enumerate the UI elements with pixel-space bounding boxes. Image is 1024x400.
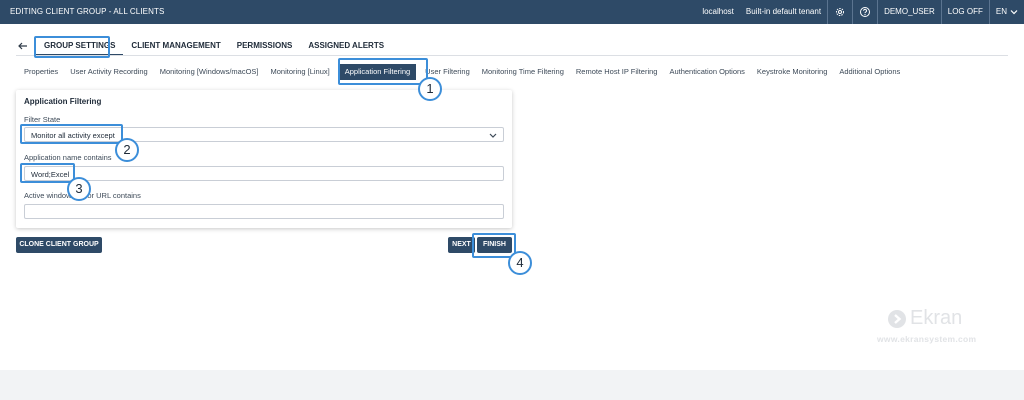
tab-assigned-alerts[interactable]: ASSIGNED ALERTS [300,38,392,54]
brand-logo: Ekran [888,307,962,330]
page: EDITING CLIENT GROUP - ALL CLIENTS local… [0,0,1024,370]
tabs-divider [16,55,1008,56]
window-title: EDITING CLIENT GROUP - ALL CLIENTS [10,7,165,16]
chevron-down-icon [1010,10,1018,15]
callout-box-filter-state [20,124,123,144]
language-select[interactable]: EN [988,0,1024,24]
subtab-monitoring-linux[interactable]: Monitoring [Linux] [265,64,336,80]
subtab-keystroke-monitoring[interactable]: Keystroke Monitoring [751,64,833,80]
panel-title: Application Filtering [24,97,102,106]
callout-badge-4: 4 [508,251,532,275]
back-arrow-icon[interactable] [17,40,29,52]
subtab-user-activity-recording[interactable]: User Activity Recording [64,64,154,80]
help-icon [860,7,871,17]
settings-button[interactable] [827,0,852,24]
application-name-label: Application name contains [24,153,112,162]
callout-box-application-name [20,163,75,183]
callout-box-group-settings [34,36,110,58]
user-menu[interactable]: DEMO_USER [877,0,941,24]
next-button[interactable]: NEXT [448,237,475,253]
tenant-name[interactable]: Built-in default tenant [740,0,827,24]
sub-tabs: Properties User Activity Recording Monit… [18,64,906,80]
brand-name: Ekran [910,307,963,329]
callout-badge-3: 3 [67,177,91,201]
gear-icon [836,8,845,16]
callout-badge-2: 2 [115,138,139,162]
application-filtering-panel: Application Filtering Filter State Monit… [16,90,512,228]
callout-box-finish [472,233,516,258]
subtab-additional-options[interactable]: Additional Options [833,64,906,80]
subtab-monitoring-time-filtering[interactable]: Monitoring Time Filtering [476,64,570,80]
application-name-input[interactable]: Word;Excel [24,166,504,181]
subtab-properties[interactable]: Properties [18,64,64,80]
top-bar-right: localhost Built-in default tenant DEMO_U… [696,0,1024,24]
subtab-remote-host-ip-filtering[interactable]: Remote Host IP Filtering [570,64,664,80]
filter-state-label: Filter State [24,115,61,124]
ekran-logo-icon [888,309,906,328]
subtab-monitoring-windows-macos[interactable]: Monitoring [Windows/macOS] [154,64,265,80]
clone-client-group-button[interactable]: CLONE CLIENT GROUP [16,237,102,253]
tab-permissions[interactable]: PERMISSIONS [229,38,301,54]
logoff-button[interactable]: LOG OFF [940,0,989,24]
chevron-down-icon [489,133,497,138]
window-title-input[interactable] [24,204,504,219]
brand-url: www.ekransystem.com [877,334,977,344]
help-button[interactable] [852,0,877,24]
callout-box-application-filtering [338,58,428,85]
callout-badge-1: 1 [418,77,442,101]
language-label: EN [995,7,1007,16]
host-name: localhost [702,7,734,16]
tab-client-management[interactable]: CLIENT MANAGEMENT [123,38,228,54]
top-bar: EDITING CLIENT GROUP - ALL CLIENTS local… [0,0,1024,24]
subtab-authentication-options[interactable]: Authentication Options [663,64,750,80]
